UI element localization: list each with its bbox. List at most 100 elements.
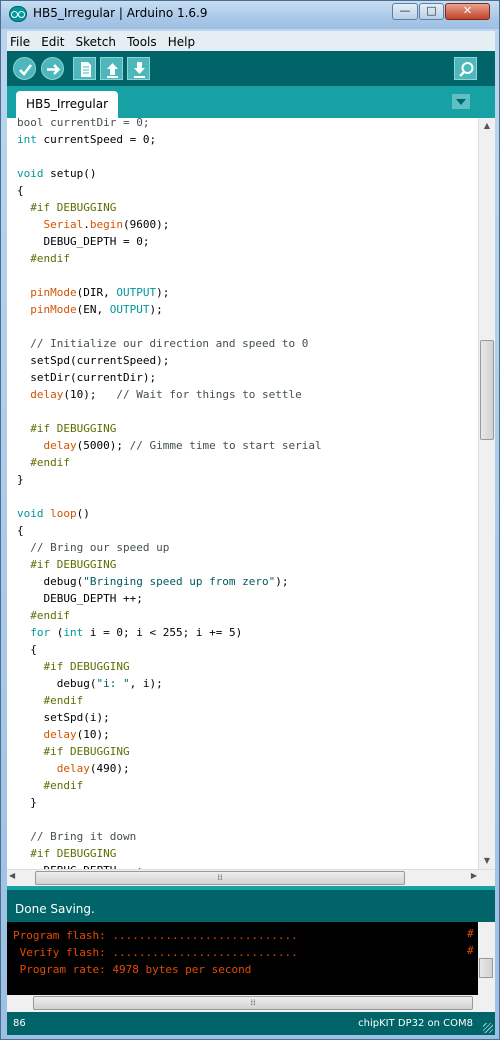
tab-hb5-irregular[interactable]: HB5_Irregular: [16, 91, 118, 118]
code-line[interactable]: Serial.begin(9600);: [17, 216, 477, 233]
code-editor[interactable]: bool currentDir = 0; int currentSpeed = 0…: [7, 118, 495, 869]
editor-vertical-scrollbar[interactable]: ▲ ▼: [478, 118, 495, 869]
code-line[interactable]: {: [17, 182, 477, 199]
code-token: delay: [30, 388, 64, 401]
code-line[interactable]: #if DEBUGGING: [17, 845, 477, 862]
code-token: loop: [50, 507, 77, 520]
scroll-thumb[interactable]: [480, 340, 494, 440]
console-vertical-scrollbar[interactable]: [478, 922, 495, 995]
code-token: #if DEBUGGING: [43, 660, 130, 673]
code-line[interactable]: delay(10); // Wait for things to settle: [17, 386, 477, 403]
scroll-thumb-horizontal[interactable]: ⁞⁞: [35, 871, 405, 885]
code-token: void: [17, 507, 44, 520]
code-line[interactable]: [17, 488, 477, 505]
code-text[interactable]: bool currentDir = 0; int currentSpeed = 0…: [17, 118, 477, 869]
code-line[interactable]: #endif: [17, 454, 477, 471]
console-horizontal-scrollbar[interactable]: ⁞⁞: [7, 995, 495, 1012]
code-line[interactable]: #endif: [17, 250, 477, 267]
code-line[interactable]: #endif: [17, 692, 477, 709]
code-line[interactable]: #if DEBUGGING: [17, 420, 477, 437]
code-token: // Bring it down: [30, 830, 137, 843]
serial-monitor-button[interactable]: [454, 57, 477, 80]
code-line[interactable]: void setup(): [17, 165, 477, 182]
verify-button[interactable]: [13, 57, 36, 80]
code-line[interactable]: [17, 318, 477, 335]
code-line[interactable]: [17, 267, 477, 284]
code-line[interactable]: #endif: [17, 607, 477, 624]
code-token: (10);: [63, 388, 117, 401]
code-token: (9600);: [123, 218, 170, 231]
upload-button[interactable]: [41, 57, 64, 80]
code-line[interactable]: {: [17, 522, 477, 539]
code-line[interactable]: delay(490);: [17, 760, 477, 777]
scroll-right-arrow-icon[interactable]: ▶: [471, 871, 477, 880]
code-line[interactable]: DEBUG_DEPTH --;: [17, 862, 477, 869]
code-line[interactable]: [17, 403, 477, 420]
code-line[interactable]: [17, 811, 477, 828]
code-token: setDir(currentDir);: [17, 371, 157, 384]
code-token: .: [83, 218, 90, 231]
code-line[interactable]: // Bring it down: [17, 828, 477, 845]
title-bar[interactable]: HB5_Irregular | Arduino 1.6.9 — □ ✕: [1, 1, 499, 29]
code-line[interactable]: [17, 148, 477, 165]
code-line[interactable]: // Initialize our direction and speed to…: [17, 335, 477, 352]
code-token: (): [76, 507, 90, 520]
footer-bar: 86 chipKIT DP32 on COM8: [7, 1012, 495, 1035]
code-line[interactable]: {: [17, 641, 477, 658]
code-token: setSpd(i);: [17, 711, 110, 724]
code-line[interactable]: for (int i = 0; i < 255; i += 5): [17, 624, 477, 641]
code-token: (10);: [76, 728, 110, 741]
scroll-down-arrow-icon[interactable]: ▼: [479, 853, 495, 869]
minimize-button[interactable]: —: [392, 3, 418, 20]
close-button[interactable]: ✕: [445, 3, 490, 20]
code-line[interactable]: pinMode(DIR, OUTPUT);: [17, 284, 477, 301]
console-scroll-thumb[interactable]: [479, 958, 493, 978]
menu-edit[interactable]: Edit: [38, 33, 67, 49]
code-token: }: [17, 796, 37, 809]
code-line[interactable]: setSpd(currentSpeed);: [17, 352, 477, 369]
resize-grip-icon[interactable]: [483, 1023, 493, 1033]
code-line[interactable]: void loop(): [17, 505, 477, 522]
code-line[interactable]: #if DEBUGGING: [17, 556, 477, 573]
code-line[interactable]: int currentSpeed = 0;: [17, 131, 477, 148]
code-line[interactable]: DEBUG_DEPTH ++;: [17, 590, 477, 607]
menu-file[interactable]: File: [7, 33, 33, 49]
console-scroll-thumb-horizontal[interactable]: ⁞⁞: [33, 996, 473, 1010]
code-line[interactable]: // Bring our speed up: [17, 539, 477, 556]
scroll-left-arrow-icon[interactable]: ◀: [9, 871, 15, 880]
editor-horizontal-scrollbar[interactable]: ◀ ⁞⁞ ▶: [7, 869, 495, 886]
code-line[interactable]: debug("i: ", i);: [17, 675, 477, 692]
scroll-up-arrow-icon[interactable]: ▲: [479, 118, 495, 134]
code-line[interactable]: setSpd(i);: [17, 709, 477, 726]
code-line[interactable]: }: [17, 471, 477, 488]
menu-help[interactable]: Help: [165, 33, 198, 49]
menu-tools[interactable]: Tools: [124, 33, 160, 49]
menu-sketch[interactable]: Sketch: [73, 33, 119, 49]
code-line[interactable]: pinMode(EN, OUTPUT);: [17, 301, 477, 318]
code-line[interactable]: #if DEBUGGING: [17, 658, 477, 675]
code-line[interactable]: #if DEBUGGING: [17, 743, 477, 760]
maximize-button[interactable]: □: [419, 3, 444, 20]
code-line[interactable]: }: [17, 794, 477, 811]
code-token: void: [17, 167, 44, 180]
code-line[interactable]: setDir(currentDir);: [17, 369, 477, 386]
tab-menu-dropdown-icon[interactable]: [452, 94, 470, 109]
console-line: Verify flash: ..........................…: [13, 946, 298, 959]
new-button[interactable]: [73, 57, 96, 80]
code-line[interactable]: #endif: [17, 777, 477, 794]
save-button[interactable]: [127, 57, 150, 80]
code-line[interactable]: delay(5000); // Gimme time to start seri…: [17, 437, 477, 454]
open-button[interactable]: [100, 57, 123, 80]
code-line[interactable]: bool currentDir = 0;: [17, 118, 477, 131]
code-line[interactable]: delay(10);: [17, 726, 477, 743]
code-token: , i);: [129, 677, 163, 690]
toolbar: [7, 51, 495, 86]
code-line[interactable]: #if DEBUGGING: [17, 199, 477, 216]
code-line[interactable]: debug("Bringing speed up from zero");: [17, 573, 477, 590]
code-line[interactable]: DEBUG_DEPTH = 0;: [17, 233, 477, 250]
